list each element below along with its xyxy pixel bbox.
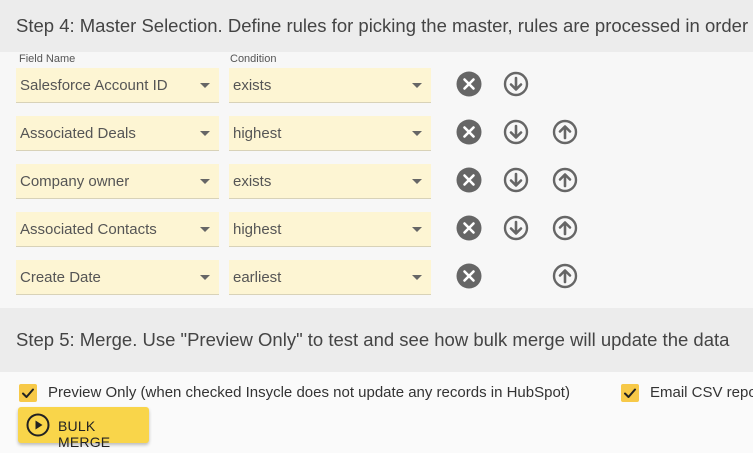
move-up-button[interactable] <box>552 167 578 193</box>
bulk-merge-button[interactable]: BULK MERGE <box>18 407 149 450</box>
email-csv-checkbox[interactable] <box>621 384 639 402</box>
arrow-up-circle-icon <box>552 119 578 145</box>
preview-only-checkbox[interactable] <box>19 384 37 402</box>
email-csv-label: Email CSV report <box>650 384 753 401</box>
move-down-button[interactable] <box>503 167 529 193</box>
chevron-down-icon <box>412 83 422 88</box>
chevron-down-icon <box>412 227 422 232</box>
close-circle-icon <box>456 263 482 289</box>
arrow-up-circle-icon <box>552 215 578 241</box>
field-select-value: Associated Contacts <box>20 221 157 238</box>
field-select-value: Company owner <box>20 173 130 190</box>
condition-select[interactable]: exists <box>229 68 431 103</box>
chevron-down-icon <box>200 275 210 280</box>
step4-title: Step 4: Master Selection. Define rules f… <box>16 15 749 36</box>
step5-header: Step 5: Merge. Use "Preview Only" to tes… <box>0 308 753 372</box>
chevron-down-icon <box>200 227 210 232</box>
field-select[interactable]: Salesforce Account ID <box>16 68 219 103</box>
arrow-up-circle-icon <box>552 167 578 193</box>
move-up-button[interactable] <box>552 119 578 145</box>
move-up-button[interactable] <box>552 215 578 241</box>
close-circle-icon <box>456 215 482 241</box>
remove-rule-button[interactable] <box>456 215 482 241</box>
arrow-down-circle-icon <box>503 71 529 97</box>
condition-select[interactable]: earliest <box>229 260 431 295</box>
remove-rule-button[interactable] <box>456 119 482 145</box>
chevron-down-icon <box>200 131 210 136</box>
bulk-merge-label: BULK MERGE <box>58 418 111 450</box>
arrow-down-circle-icon <box>503 119 529 145</box>
move-up-button[interactable] <box>552 263 578 289</box>
move-down-button[interactable] <box>503 71 529 97</box>
condition-select[interactable]: highest <box>229 116 431 151</box>
condition-column-label: Condition <box>230 53 277 65</box>
move-down-button[interactable] <box>503 119 529 145</box>
remove-rule-button[interactable] <box>456 263 482 289</box>
arrow-up-circle-icon <box>552 263 578 289</box>
move-down-button[interactable] <box>503 215 529 241</box>
merge-options: Preview Only (when checked Insycle does … <box>0 372 753 453</box>
arrow-down-circle-icon <box>503 215 529 241</box>
field-name-column-label: Field Name <box>19 53 76 65</box>
chevron-down-icon <box>412 179 422 184</box>
step4-header: Step 4: Master Selection. Define rules f… <box>0 0 753 52</box>
checkmark-icon <box>22 388 34 398</box>
condition-select[interactable]: highest <box>229 212 431 247</box>
condition-select-value: exists <box>233 173 272 190</box>
preview-only-label: Preview Only (when checked Insycle does … <box>48 384 570 401</box>
condition-select-value: exists <box>233 77 272 94</box>
field-select-value: Salesforce Account ID <box>20 77 168 94</box>
condition-select-value: earliest <box>233 269 282 286</box>
chevron-down-icon <box>412 131 422 136</box>
field-select-value: Associated Deals <box>20 125 136 142</box>
field-select[interactable]: Associated Deals <box>16 116 219 151</box>
chevron-down-icon <box>200 179 210 184</box>
condition-select-value: highest <box>233 125 282 142</box>
chevron-down-icon <box>412 275 422 280</box>
close-circle-icon <box>456 71 482 97</box>
play-circle-icon <box>26 413 50 437</box>
close-circle-icon <box>456 167 482 193</box>
remove-rule-button[interactable] <box>456 71 482 97</box>
field-select-value: Create Date <box>20 269 101 286</box>
chevron-down-icon <box>200 83 210 88</box>
arrow-down-circle-icon <box>503 167 529 193</box>
remove-rule-button[interactable] <box>456 167 482 193</box>
step5-title: Step 5: Merge. Use "Preview Only" to tes… <box>16 329 730 350</box>
field-select[interactable]: Associated Contacts <box>16 212 219 247</box>
checkmark-icon <box>624 388 636 398</box>
close-circle-icon <box>456 119 482 145</box>
condition-select[interactable]: exists <box>229 164 431 199</box>
field-select[interactable]: Company owner <box>16 164 219 199</box>
master-rules-panel: Field Name Condition Salesforce Account … <box>0 52 753 308</box>
field-select[interactable]: Create Date <box>16 260 219 295</box>
condition-select-value: highest <box>233 221 282 238</box>
